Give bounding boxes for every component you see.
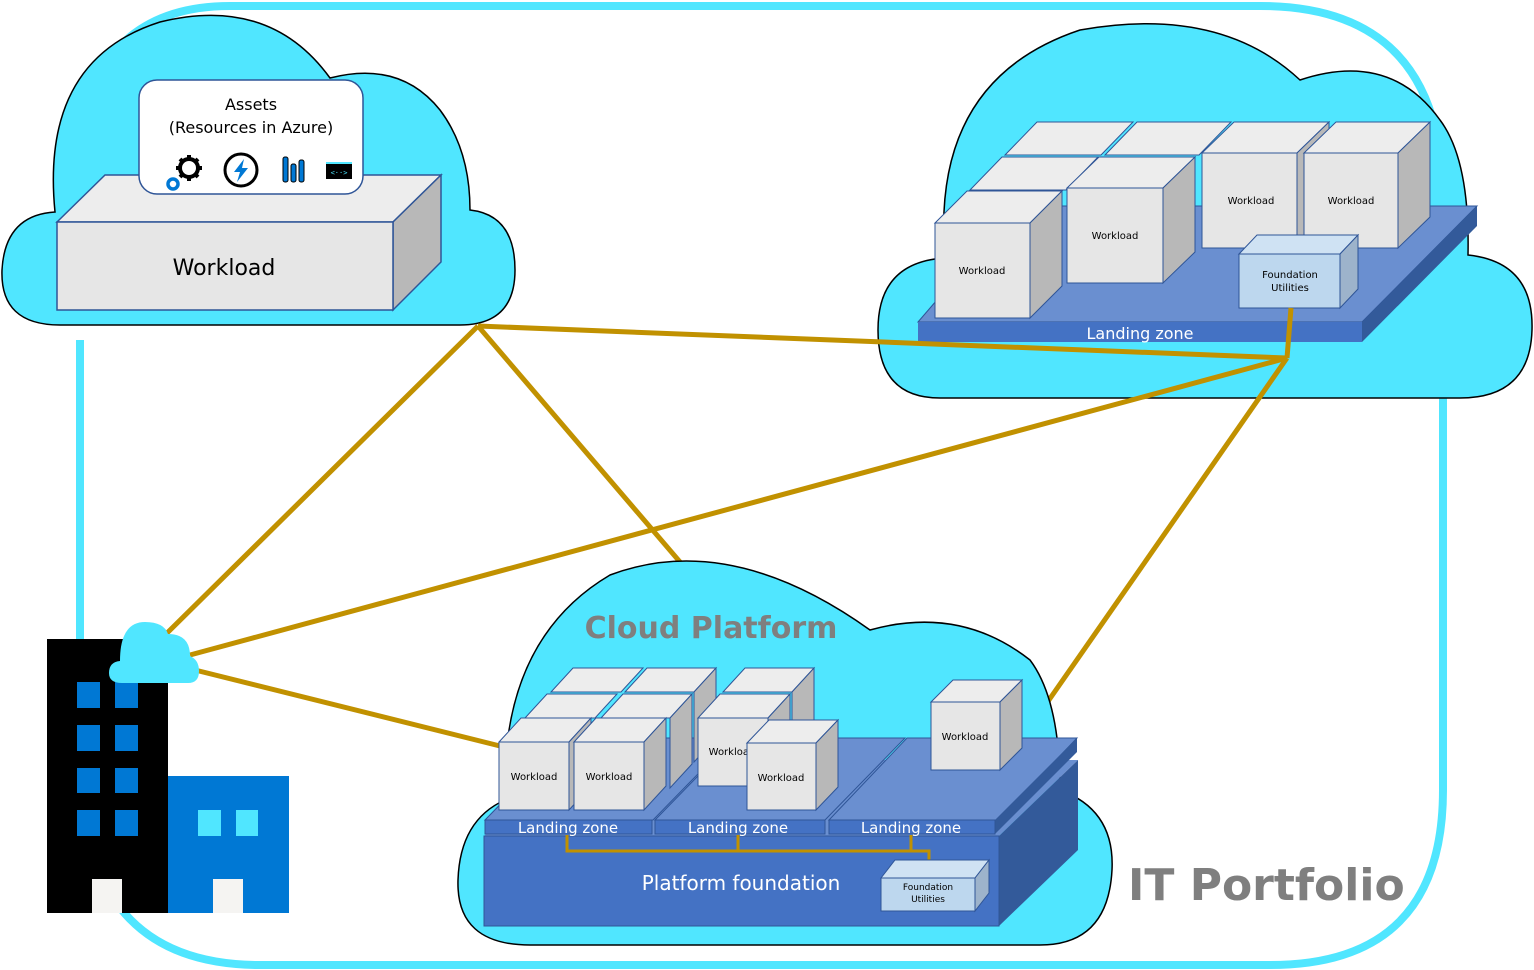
foundation-utilities-box: Foundation Utilities bbox=[879, 858, 991, 913]
svg-text:Workload: Workload bbox=[1228, 196, 1275, 207]
svg-text:Workload: Workload bbox=[942, 732, 989, 743]
svg-text:Workload: Workload bbox=[1092, 231, 1139, 242]
platform-foundation-label: Platform foundation bbox=[642, 871, 841, 895]
svg-text:Workload: Workload bbox=[1328, 196, 1375, 207]
workload-cube: Workload bbox=[1302, 120, 1432, 250]
foundation-utilities-box: Foundation Utilities bbox=[1237, 233, 1360, 310]
code-window-icon: <··> bbox=[326, 162, 352, 179]
workload-cube: Workload bbox=[572, 716, 668, 812]
svg-text:Landing zone: Landing zone bbox=[518, 819, 618, 837]
workload-cube: Workload bbox=[933, 189, 1064, 320]
connection-line bbox=[1039, 356, 1290, 712]
connection-line bbox=[476, 324, 682, 564]
cloud-platform-title: Cloud Platform bbox=[585, 611, 838, 646]
svg-text:Workload: Workload bbox=[758, 773, 805, 784]
svg-text:Utilities: Utilities bbox=[1271, 283, 1309, 294]
cloud-platform: Cloud Platform Platform foundation Landi… bbox=[457, 560, 1113, 946]
svg-text:<··>: <··> bbox=[331, 169, 348, 177]
assets-title: Assets bbox=[225, 95, 277, 114]
workload-label: Workload bbox=[173, 256, 276, 281]
svg-text:Landing zone: Landing zone bbox=[688, 819, 788, 837]
svg-text:Workload: Workload bbox=[586, 772, 633, 783]
workload-cube: Workload bbox=[1065, 155, 1197, 285]
svg-text:Landing zone: Landing zone bbox=[861, 819, 961, 837]
workload-cloud: Workload Assets (Resources in Azure) <··… bbox=[1, 14, 516, 326]
it-portfolio-label: IT Portfolio bbox=[1128, 860, 1405, 911]
svg-text:Utilities: Utilities bbox=[911, 895, 945, 905]
svg-text:Foundation: Foundation bbox=[1262, 270, 1318, 281]
workload-cube: Workload bbox=[929, 678, 1024, 772]
landing-zone-cloud: Landing zone Workload Workload Workload bbox=[877, 23, 1533, 399]
landing-zone-label: Landing zone bbox=[1086, 324, 1193, 343]
office-building-cloud-icon bbox=[47, 622, 289, 913]
svg-text:Foundation: Foundation bbox=[903, 883, 953, 893]
it-portfolio-diagram: Workload Assets (Resources in Azure) <··… bbox=[1, 2, 1533, 969]
lightning-icon bbox=[223, 152, 259, 188]
svg-text:Workload: Workload bbox=[959, 266, 1006, 277]
svg-text:Workload: Workload bbox=[511, 772, 558, 783]
assets-subtitle: (Resources in Azure) bbox=[169, 118, 334, 137]
connection-line bbox=[158, 324, 480, 642]
connection-line bbox=[194, 667, 501, 749]
workload-cube: Workload bbox=[745, 718, 840, 812]
